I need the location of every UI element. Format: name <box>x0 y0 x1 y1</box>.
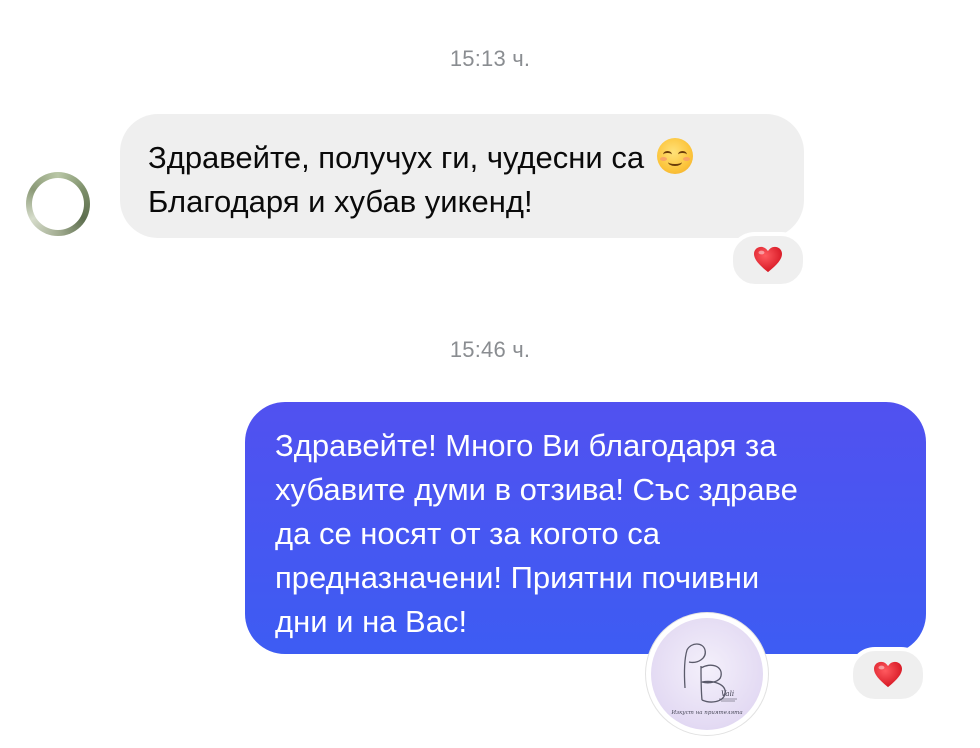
heart-icon <box>754 246 782 273</box>
logo-tagline: Изкуст на приятелята <box>670 710 742 716</box>
message-line: Здравейте, получух ги, чудесни са <box>148 136 776 180</box>
logo-brand: Vali <box>721 690 734 698</box>
logo-mark-icon: Vali Изкуст на приятелята <box>670 643 743 716</box>
message-line: предназначени! Приятни почивни <box>275 560 760 595</box>
heart-icon <box>874 661 902 688</box>
outgoing-message-bubble[interactable]: Здравейте! Много Ви благодаря за хубавит… <box>245 402 926 654</box>
business-logo-avatar[interactable]: Vali Изкуст на приятелята <box>646 613 768 735</box>
message-line: да се носят от за когото са <box>275 516 660 551</box>
heart-reaction[interactable] <box>849 647 927 703</box>
sender-avatar[interactable] <box>26 172 90 236</box>
heart-reaction[interactable] <box>729 232 807 288</box>
message-line: Благодаря и хубав уикенд! <box>148 184 533 219</box>
smiling-face-emoji-icon <box>656 138 693 174</box>
incoming-message-bubble[interactable]: Здравейте, получух ги, чудесни са Благод… <box>120 114 804 238</box>
timestamp: 15:13 ч. <box>449 46 531 71</box>
avatar-inner <box>32 178 84 230</box>
timestamp: 15:46 ч. <box>449 337 531 362</box>
message-line: Здравейте! Много Ви благодаря за <box>275 428 777 463</box>
message-line: хубавите думи в отзива! Със здраве <box>275 472 798 507</box>
logo-disc: Vali Изкуст на приятелята <box>651 618 763 730</box>
message-line: дни и на Вас! <box>275 604 468 639</box>
message-text: Здравейте, получух ги, чудесни са <box>148 140 645 175</box>
